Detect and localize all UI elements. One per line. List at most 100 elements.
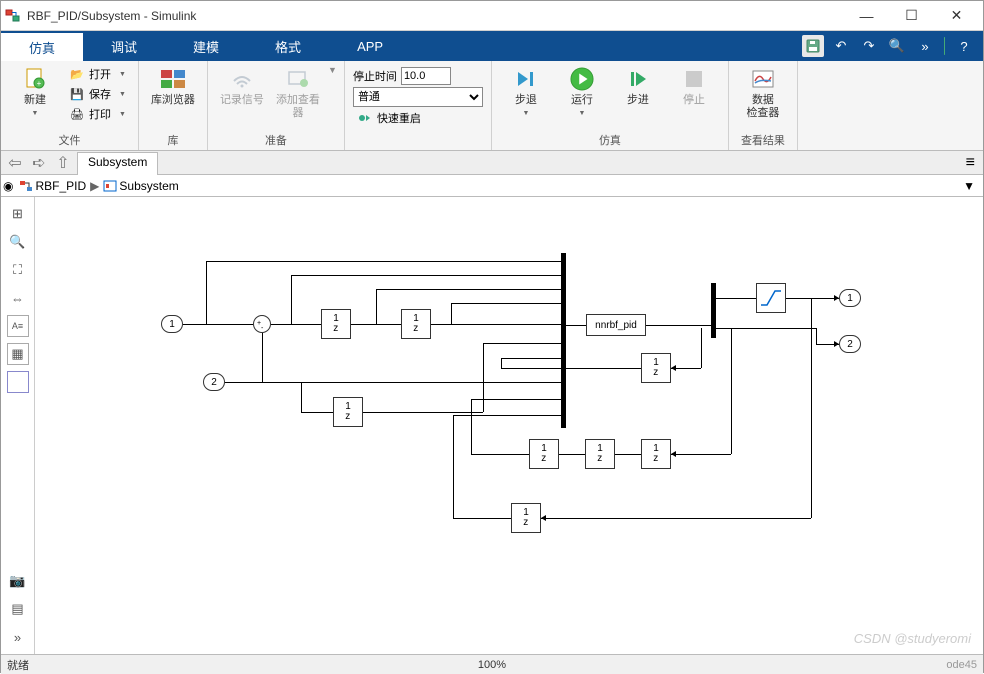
canvas[interactable]: 1 2 +- 1 z 1 z 1 z nnrbf_pid 1 2 1 z 1 z… (41, 203, 977, 648)
group-label-sim: 仿真 (500, 130, 720, 150)
wire (431, 324, 561, 325)
quick-search-icon[interactable]: 🔍 (886, 35, 908, 57)
tab-simulate[interactable]: 仿真 (1, 31, 83, 61)
mux-block[interactable] (561, 253, 566, 428)
nav-up-icon[interactable]: ⇧ (53, 153, 73, 173)
breadcrumb: ◉ RBF_PID ▶ Subsystem ▼ (1, 175, 983, 197)
step-forward-button[interactable]: 步进 (612, 65, 664, 109)
minimize-button[interactable]: — (844, 2, 889, 30)
arrow (834, 341, 839, 347)
wire (786, 298, 839, 299)
title-bar: RBF_PID/Subsystem - Simulink — ☐ ✕ (1, 1, 983, 31)
delay-fb3[interactable]: 1 z (585, 439, 615, 469)
hide-palette-icon[interactable]: ⊞ (7, 203, 29, 225)
annotate-text-icon[interactable]: A≡ (7, 315, 29, 337)
delay-1[interactable]: 1 z (321, 309, 351, 339)
step-back-button[interactable]: 步退 ▼ (500, 65, 552, 119)
status-solver[interactable]: ode45 (946, 659, 977, 671)
quick-more-icon[interactable]: » (914, 35, 936, 57)
new-icon: + (23, 67, 47, 91)
group-label-prep: 准备 (216, 130, 336, 150)
mode-select[interactable]: 普通 (353, 87, 483, 107)
run-label: 运行 (571, 94, 593, 107)
data-inspector-button[interactable]: 数据 检查器 (737, 65, 789, 122)
canvas-tab[interactable]: Subsystem (77, 152, 158, 175)
pan-icon[interactable]: ⇔ (7, 287, 29, 309)
open-icon: 📂 (69, 66, 85, 82)
group-results: 数据 检查器 查看结果 (729, 61, 798, 150)
wire (376, 289, 561, 290)
wire (731, 328, 732, 454)
breadcrumb-sep: ▶ (88, 179, 101, 193)
library-browser-button[interactable]: 库浏览器 (147, 65, 199, 109)
print-button[interactable]: 🖨打印▼ (65, 105, 130, 123)
zoom-in-icon[interactable]: 🔍 (7, 231, 29, 253)
wire (453, 518, 511, 519)
group-simprep: 停止时间 普通 快速重启 (345, 61, 492, 150)
screenshot-icon[interactable]: 📷 (7, 570, 29, 592)
app-icon (5, 8, 21, 24)
saturation-block[interactable] (756, 283, 786, 313)
delay-fb4[interactable]: 1 z (529, 439, 559, 469)
tab-app[interactable]: APP (329, 31, 411, 61)
quick-save-icon[interactable] (802, 35, 824, 57)
sub-label: Subsystem (119, 179, 178, 193)
maximize-button[interactable]: ☐ (889, 2, 934, 30)
delay-fb5[interactable]: 1 z (511, 503, 541, 533)
group-prepare: 记录信号 添加查看器 ▼ 准备 (208, 61, 345, 150)
annotate-image-icon[interactable]: ▦ (7, 343, 29, 365)
wire (701, 328, 702, 368)
delay-3[interactable]: 1 z (333, 397, 363, 427)
new-label: 新建 (24, 94, 46, 107)
breadcrumb-dropdown[interactable]: ▼ (959, 179, 979, 193)
hamburger-icon[interactable]: ≡ (958, 154, 983, 172)
delay-fb1[interactable]: 1 z (641, 353, 671, 383)
tab-debug[interactable]: 调试 (83, 31, 165, 61)
nav-fwd-icon[interactable]: ➪ (29, 153, 49, 173)
quick-help-icon[interactable]: ? (953, 35, 975, 57)
nav-back-icon[interactable]: ⇦ (5, 153, 25, 173)
group-library: 库浏览器 库 (139, 61, 208, 150)
log-label: 记录信号 (220, 94, 264, 107)
viewer-label: 添加查看器 (274, 94, 322, 120)
tab-format[interactable]: 格式 (247, 31, 329, 61)
breadcrumb-sub[interactable]: Subsystem (103, 179, 178, 193)
status-zoom[interactable]: 100% (478, 659, 506, 671)
group-label-file: 文件 (9, 130, 130, 150)
wire (206, 261, 207, 324)
open-button[interactable]: 📂打开▼ (65, 65, 130, 83)
wire (671, 454, 731, 455)
stoptime-input[interactable] (401, 67, 451, 85)
expand-icon[interactable]: » (7, 626, 29, 648)
group-file: + 新建 ▼ 📂打开▼ 💾保存▼ 🖨打印▼ 文件 (1, 61, 139, 150)
fast-restart-button[interactable]: 快速重启 (353, 109, 483, 127)
wire (453, 415, 454, 518)
model-badge-icon[interactable]: ◉ (3, 179, 13, 193)
wire (816, 328, 817, 344)
fn-block[interactable]: nnrbf_pid (586, 314, 646, 336)
delay-2[interactable]: 1 z (401, 309, 431, 339)
quick-undo-icon[interactable]: ↶ (830, 35, 852, 57)
wire (376, 289, 377, 324)
wire (501, 358, 502, 368)
outport-1[interactable]: 1 (839, 289, 861, 307)
save-button[interactable]: 💾保存▼ (65, 85, 130, 103)
wire (471, 399, 561, 400)
annotate-area-icon[interactable] (7, 371, 29, 393)
wire (811, 298, 812, 518)
fit-icon[interactable]: ⛶ (7, 259, 29, 281)
prep-expand[interactable]: ▼ (328, 65, 336, 75)
delay-fb2[interactable]: 1 z (641, 439, 671, 469)
model-browser-icon[interactable]: ▤ (7, 598, 29, 620)
run-button[interactable]: 运行 ▼ (556, 65, 608, 119)
inport-1[interactable]: 1 (161, 315, 183, 333)
tab-modeling[interactable]: 建模 (165, 31, 247, 61)
sum-block[interactable]: +- (253, 315, 271, 333)
outport-2[interactable]: 2 (839, 335, 861, 353)
new-button[interactable]: + 新建 ▼ (9, 65, 61, 119)
add-viewer-button: 添加查看器 (272, 65, 324, 122)
breadcrumb-root[interactable]: RBF_PID (19, 179, 86, 193)
quick-redo-icon[interactable]: ↷ (858, 35, 880, 57)
close-button[interactable]: ✕ (934, 2, 979, 30)
inport-2[interactable]: 2 (203, 373, 225, 391)
